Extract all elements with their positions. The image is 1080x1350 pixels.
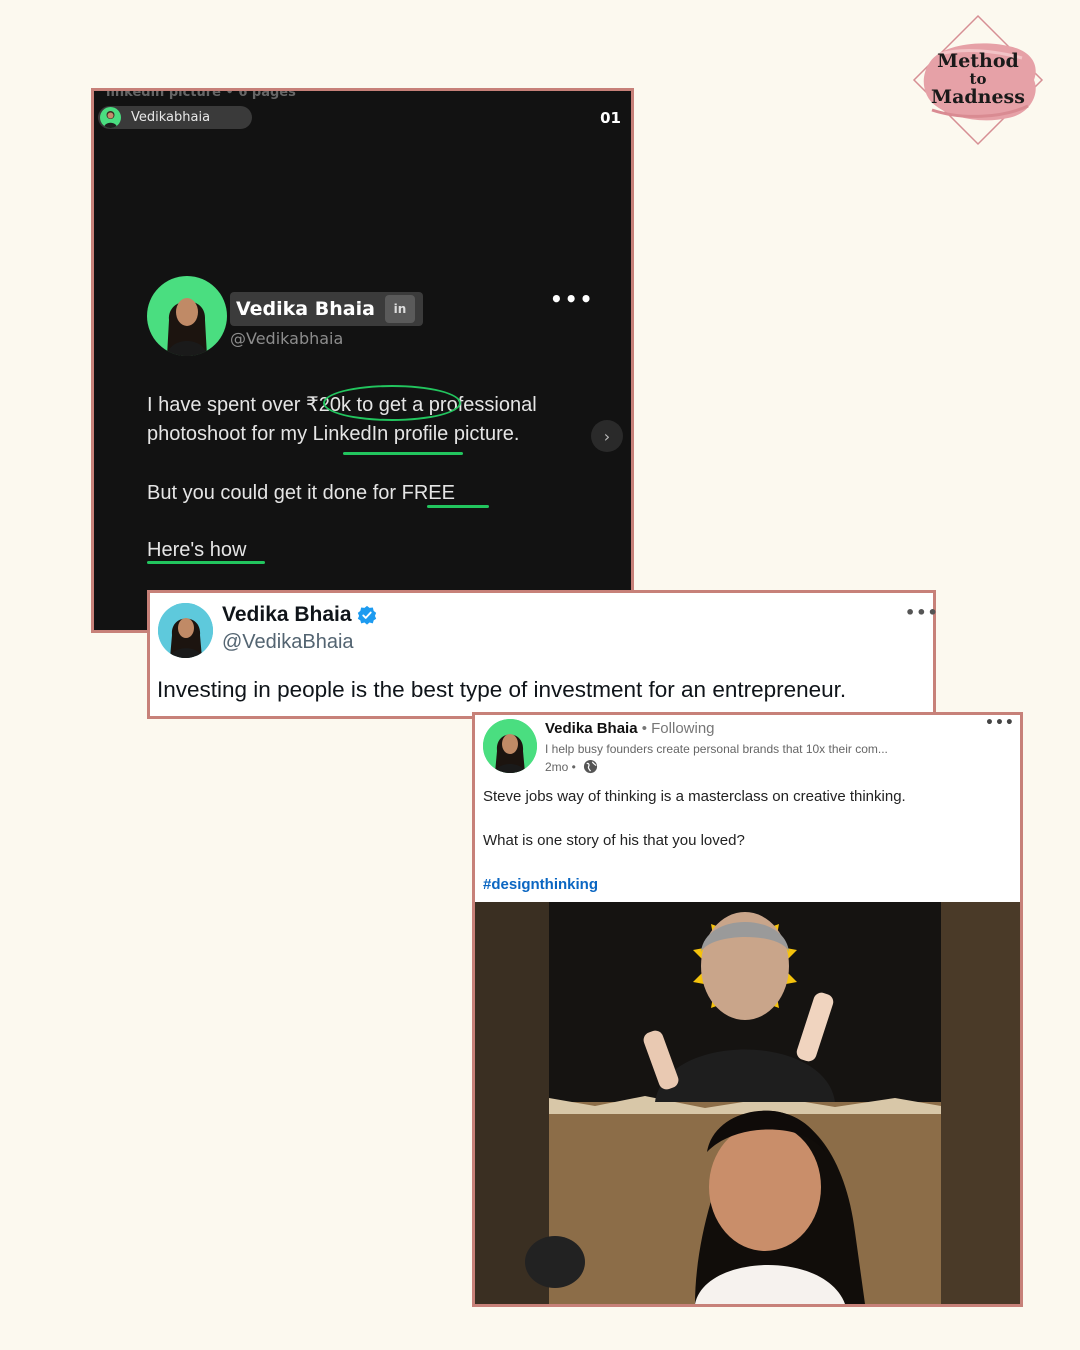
logo-line3: Madness — [931, 86, 1025, 108]
tweet-author-name-text: Vedika Bhaia — [222, 603, 352, 626]
tweet-text: Investing in people is the best type of … — [157, 677, 847, 702]
carousel-author-pill[interactable]: Vedikabhaia — [98, 106, 252, 129]
underline-mark — [427, 505, 489, 508]
underline-mark — [343, 452, 463, 455]
author-tagline: I help busy founders create personal bra… — [545, 742, 888, 756]
avatar — [100, 107, 121, 128]
more-options-icon[interactable]: ••• — [905, 603, 939, 622]
verified-badge-icon — [357, 605, 376, 625]
post-body-line2: What is one story of his that you loved? — [483, 832, 745, 849]
linkedin-icon: in — [384, 295, 415, 323]
author-pill-name: Vedikabhaia — [131, 110, 211, 125]
linkedin-post-screenshot: Vedika Bhaia • Following I help busy fou… — [472, 712, 1023, 1307]
line1-part-a: I have spent over — [147, 394, 306, 416]
carousel-text-line2: photoshoot for my LinkedIn profile pictu… — [147, 423, 520, 445]
hashtag-link[interactable]: #designthinking — [483, 876, 598, 893]
profile-handle: @Vedikabhaia — [230, 329, 344, 348]
logo-line1: Method — [937, 50, 1019, 72]
highlight-circle — [323, 385, 461, 421]
more-options-icon[interactable]: ••• — [550, 287, 594, 311]
globe-icon — [583, 759, 597, 774]
carousel-title-cut: linkedin picture • 6 pages — [106, 88, 296, 100]
post-time-text: 2mo • — [545, 759, 576, 774]
logo-wordmark: Method to Madness — [912, 50, 1044, 108]
profile-avatar — [147, 276, 227, 356]
next-slide-button[interactable]: › — [591, 420, 623, 452]
post-header: Vedika Bhaia • Following — [545, 720, 715, 737]
tweet-screenshot: Vedika Bhaia @VedikaBhaia ••• Investing … — [147, 590, 939, 719]
profile-name-text: Vedika Bhaia — [236, 298, 375, 320]
underline-mark — [147, 561, 265, 564]
profile-name: Vedika Bhaia in — [230, 292, 423, 326]
more-options-icon[interactable]: ••• — [985, 715, 1015, 731]
tweet-handle[interactable]: @VedikaBhaia — [222, 631, 354, 654]
post-body-line1: Steve jobs way of thinking is a mastercl… — [483, 788, 906, 805]
following-status: • Following — [637, 720, 715, 737]
post-author-name[interactable]: Vedika Bhaia — [545, 720, 638, 737]
post-timestamp: 2mo • — [545, 759, 598, 774]
tweet-author-name[interactable]: Vedika Bhaia — [222, 603, 377, 627]
tweet-avatar[interactable] — [158, 603, 213, 658]
carousel-post-screenshot: linkedin picture • 6 pages Vedikabhaia 0… — [91, 88, 634, 633]
page-number: 01 — [600, 109, 621, 127]
post-avatar[interactable] — [483, 719, 537, 773]
post-media-image[interactable] — [475, 902, 1020, 1304]
carousel-text-line3: But you could get it done for FREE — [147, 482, 455, 504]
